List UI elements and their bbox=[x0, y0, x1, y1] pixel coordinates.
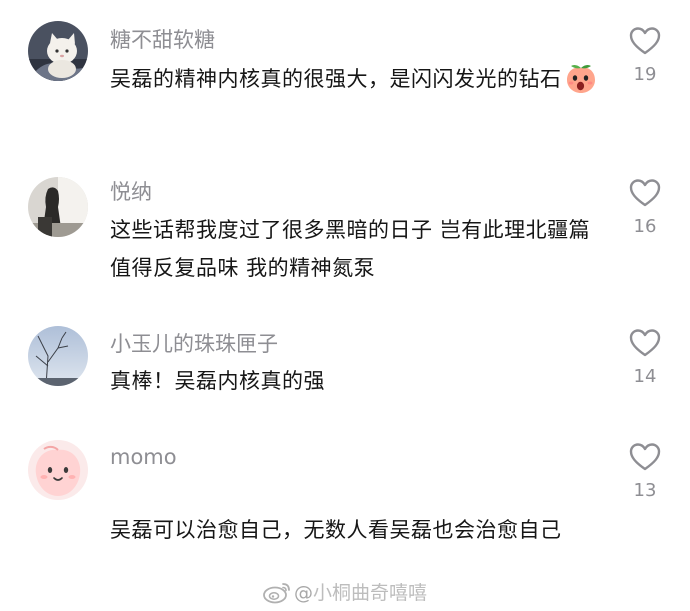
comment-text: 这些话帮我度过了很多黑暗的日子 岂有此理北疆篇值得反复品味 我的精神氮泵 bbox=[110, 218, 591, 280]
like-control: 16 bbox=[622, 178, 668, 238]
cat-doll-avatar-icon bbox=[28, 21, 88, 81]
like-control: 13 bbox=[622, 442, 668, 502]
watermark-handle: 小桐曲奇嘻嘻 bbox=[313, 582, 428, 604]
like-count: 14 bbox=[633, 366, 657, 387]
heart-outline-icon[interactable] bbox=[629, 328, 661, 358]
silhouette-photo-avatar-icon bbox=[28, 177, 88, 237]
comment-item: momo 吴磊可以治愈自己，无数人看吴磊也会治愈自己 13 bbox=[0, 430, 690, 580]
comment-username[interactable]: 悦纳 bbox=[110, 178, 152, 206]
comment-text: 吴磊可以治愈自己，无数人看吴磊也会治愈自己 bbox=[110, 518, 562, 542]
heart-outline-icon[interactable] bbox=[629, 442, 661, 472]
like-control: 19 bbox=[622, 26, 668, 86]
screaming-peach-emoji bbox=[566, 64, 595, 93]
comment-text: 真棒！吴磊内核真的强 bbox=[110, 369, 325, 393]
comment-text: 吴磊的精神内核真的很强大，是闪闪发光的钻石 bbox=[110, 60, 600, 98]
comment-username[interactable]: 小玉儿的珠珠匣子 bbox=[110, 330, 278, 358]
heart-outline-icon[interactable] bbox=[629, 26, 661, 56]
weibo-logo-icon bbox=[263, 583, 290, 604]
weibo-watermark: @小桐曲奇嘻嘻 bbox=[262, 578, 427, 604]
comment-item: 糖不甜软糖 吴磊的精神内核真的很强大，是闪闪发光的钻石 19 bbox=[0, 0, 690, 160]
pink-peach-avatar-icon bbox=[28, 440, 88, 500]
comment-username[interactable]: momo bbox=[110, 443, 177, 471]
heart-outline-icon[interactable] bbox=[629, 178, 661, 208]
tree-sky-avatar-icon bbox=[28, 326, 88, 386]
user-avatar[interactable] bbox=[28, 440, 88, 500]
like-count: 13 bbox=[633, 480, 657, 501]
watermark-at: @ bbox=[294, 582, 313, 604]
comment-username[interactable]: 糖不甜软糖 bbox=[110, 26, 215, 54]
comment-item: 小玉儿的珠珠匣子 真棒！吴磊内核真的强 14 bbox=[0, 310, 690, 430]
like-count: 19 bbox=[633, 64, 657, 85]
user-avatar[interactable] bbox=[28, 21, 88, 81]
like-count: 16 bbox=[633, 216, 657, 237]
comment-text-content: 吴磊的精神内核真的很强大，是闪闪发光的钻石 bbox=[110, 67, 562, 91]
comment-item: 悦纳 这些话帮我度过了很多黑暗的日子 岂有此理北疆篇值得反复品味 我的精神氮泵 … bbox=[0, 160, 690, 310]
comment-list-screen: { "comments": [ { "username": "糖不甜软糖", "… bbox=[0, 0, 690, 611]
like-control: 14 bbox=[622, 328, 668, 388]
user-avatar[interactable] bbox=[28, 326, 88, 386]
user-avatar[interactable] bbox=[28, 177, 88, 237]
